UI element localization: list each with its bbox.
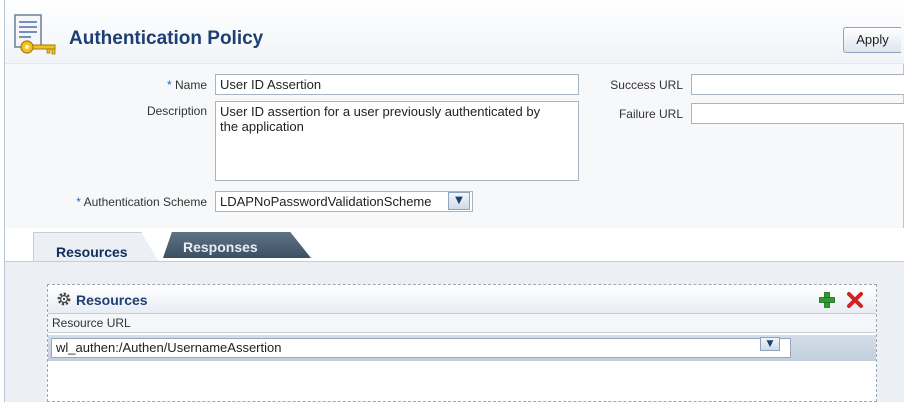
name-field[interactable]: User ID Assertion [215, 74, 579, 95]
resource-url-select[interactable]: wl_authen:/Authen/UsernameAssertion [51, 338, 791, 358]
description-field[interactable]: User ID assertion for a user previously … [215, 101, 579, 181]
page-header: Authentication Policy Apply [5, 0, 904, 64]
auth-scheme-label-text: Authentication Scheme [83, 195, 207, 209]
auth-scheme-select[interactable]: LDAPNoPasswordValidationScheme [215, 191, 473, 212]
resources-box: Resources Resource URL wl_authen:/Authen… [47, 284, 877, 402]
policy-window: Authentication Policy Apply * Name User … [4, 0, 904, 402]
description-label: Description [146, 104, 207, 118]
tab-responses[interactable]: Responses [163, 232, 311, 258]
tab-resources[interactable]: Resources [33, 232, 159, 262]
gear-icon [57, 292, 71, 306]
failure-url-label: Failure URL [618, 107, 683, 121]
delete-icon[interactable] [846, 291, 864, 309]
chevron-down-icon[interactable]: ▼ [760, 337, 780, 351]
success-url-label: Success URL [610, 78, 683, 92]
failure-url-field[interactable] [691, 103, 904, 124]
resources-title: Resources [76, 292, 148, 308]
required-marker: * [166, 78, 172, 92]
required-marker: * [76, 195, 81, 209]
name-label-text: Name [174, 78, 207, 92]
tabs-area: Resources Responses Resources Resource U… [5, 228, 904, 402]
success-url-field[interactable] [691, 74, 904, 95]
tab-panel: Resources Resource URL wl_authen:/Authen… [5, 262, 904, 402]
key-document-icon [14, 14, 56, 55]
tab-strip: Resources Responses [5, 228, 904, 262]
auth-scheme-label: * Authentication Scheme [25, 195, 207, 209]
column-header-resource-url[interactable]: Resource URL [48, 313, 876, 333]
page-title: Authentication Policy [69, 28, 264, 49]
table-row[interactable]: wl_authen:/Authen/UsernameAssertion ▼ [48, 335, 876, 361]
apply-button[interactable]: Apply [843, 27, 901, 53]
chevron-down-icon[interactable]: ▼ [448, 192, 470, 210]
name-label: * Name [125, 78, 207, 92]
add-icon[interactable] [818, 291, 836, 309]
resources-header: Resources [48, 285, 876, 313]
